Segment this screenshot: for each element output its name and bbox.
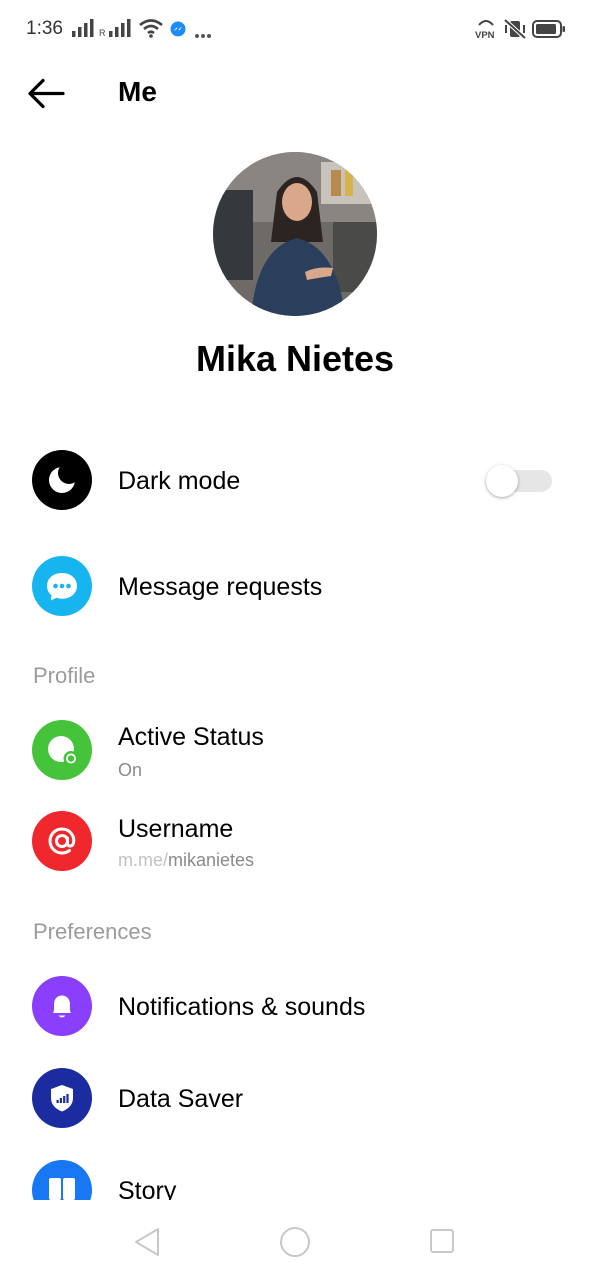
arrow-left-icon [28, 78, 65, 109]
moon-icon [49, 462, 80, 493]
system-nav-bar [0, 1200, 590, 1280]
messenger-icon [170, 21, 186, 42]
recents-square-icon [430, 1229, 454, 1253]
data-saver-label: Data Saver [118, 1085, 244, 1113]
vpn-label: VPN [475, 30, 495, 41]
dark-mode-toggle[interactable] [486, 465, 552, 497]
nav-back-button[interactable] [128, 1222, 168, 1262]
story-icon-circle [32, 1160, 92, 1200]
message-requests-icon-circle [32, 556, 92, 616]
battery-icon [532, 20, 566, 43]
at-sign-icon [48, 827, 76, 855]
dark-mode-label: Dark mode [118, 467, 241, 495]
active-status-icon-circle [32, 720, 92, 780]
dark-mode-row[interactable]: Dark mode [0, 440, 590, 520]
story-row[interactable]: Story [0, 1150, 590, 1200]
signal-icon [72, 18, 96, 43]
username-handle: mikanietes [168, 850, 255, 870]
story-icon [49, 1178, 75, 1200]
status-bar: 1:36 R VPN [0, 0, 590, 60]
message-requests-row[interactable]: Message requests [0, 546, 590, 626]
active-status-value: On [118, 760, 143, 780]
more-icon [194, 26, 212, 44]
chat-bubble-icon [47, 573, 77, 601]
data-saver-row[interactable]: Data Saver [0, 1058, 590, 1138]
status-time: 1:36 [26, 18, 63, 39]
active-status-icon [48, 736, 79, 766]
section-title-profile: Profile [33, 663, 96, 688]
data-saver-icon-circle [32, 1068, 92, 1128]
username-value: m.me/mikanietes [118, 850, 254, 871]
username-domain: m.me/ [118, 850, 169, 870]
username-label: Username [118, 815, 234, 843]
home-circle-icon [280, 1227, 310, 1257]
active-status-label: Active Status [118, 723, 264, 751]
wifi-icon [139, 18, 163, 43]
notifications-label: Notifications & sounds [118, 993, 366, 1021]
bell-icon [53, 995, 71, 1018]
profile-name: Mika Nietes [195, 338, 395, 379]
notifications-icon-circle [32, 976, 92, 1036]
header: Me [0, 60, 590, 130]
page-title: Me [118, 76, 157, 107]
username-icon-circle [32, 811, 92, 871]
notifications-row[interactable]: Notifications & sounds [0, 966, 590, 1046]
nav-home-button[interactable] [275, 1222, 315, 1262]
roaming-label: R [99, 28, 106, 38]
username-row[interactable]: Username m.me/mikanietes [0, 801, 590, 881]
story-label: Story [118, 1177, 177, 1200]
nav-recents-button[interactable] [422, 1222, 462, 1262]
back-button[interactable] [24, 72, 68, 116]
section-title-preferences: Preferences [33, 919, 152, 944]
back-triangle-icon [135, 1228, 159, 1256]
roaming-signal-icon: R [99, 18, 133, 43]
active-status-row[interactable]: Active Status On [0, 710, 590, 790]
avatar[interactable] [213, 152, 377, 316]
dark-mode-icon-circle [32, 450, 92, 510]
toggle-knob [486, 465, 518, 497]
message-requests-label: Message requests [118, 573, 323, 601]
mute-icon [503, 18, 527, 45]
shield-icon [51, 1085, 73, 1112]
vpn-icon: VPN [474, 17, 498, 46]
